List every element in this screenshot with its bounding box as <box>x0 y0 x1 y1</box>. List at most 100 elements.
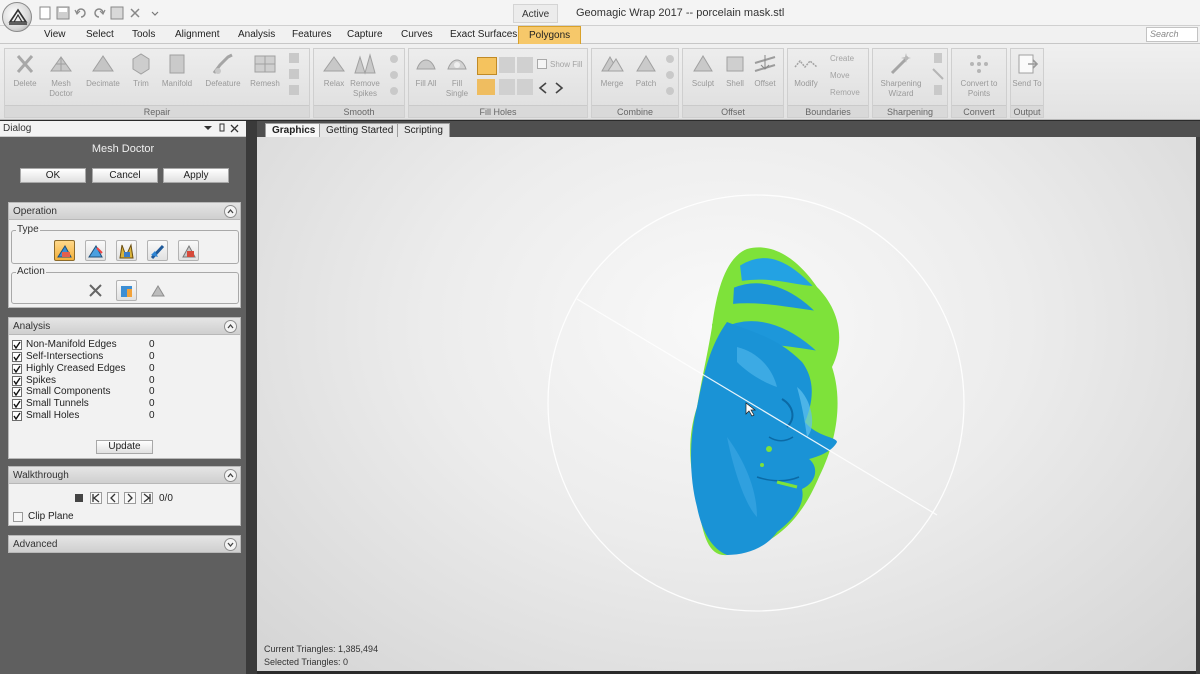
smooth-more-icon[interactable] <box>384 51 404 97</box>
tab-curves[interactable]: Curves <box>401 29 433 40</box>
tab-select[interactable]: Select <box>86 29 114 40</box>
merge-button[interactable]: Merge <box>594 51 630 89</box>
checkbox[interactable] <box>12 352 22 362</box>
fill-complete-icon[interactable] <box>477 79 495 95</box>
ok-button[interactable]: OK <box>20 168 86 183</box>
collapse-icon[interactable] <box>224 320 237 333</box>
fill-curvature-icon[interactable] <box>477 57 497 75</box>
last-icon[interactable] <box>141 492 153 504</box>
sharpening-more-icon[interactable] <box>929 51 947 97</box>
next-arrow-icon[interactable] <box>553 81 565 95</box>
relax-icon <box>323 56 345 72</box>
combine-more-icon[interactable] <box>662 51 678 97</box>
auto-repair-icon[interactable] <box>54 240 75 261</box>
fill-partial-icon[interactable] <box>499 79 515 95</box>
cancel-button[interactable]: Cancel <box>92 168 158 183</box>
convert-to-points-button[interactable]: Convert to Points <box>954 51 1004 99</box>
undo-icon[interactable] <box>74 6 88 20</box>
prev-arrow-icon[interactable] <box>537 81 549 95</box>
tab-view[interactable]: View <box>44 29 66 40</box>
defeature-button[interactable]: Defeature <box>205 51 241 89</box>
sculpt-button[interactable]: Sculpt <box>685 51 721 89</box>
tab-scripting[interactable]: Scripting <box>397 123 450 137</box>
fill-tangent-icon[interactable] <box>517 57 533 73</box>
checkbox[interactable] <box>12 387 22 397</box>
analysis-section-header[interactable]: Analysis <box>8 317 241 335</box>
checkbox[interactable] <box>12 399 22 409</box>
decimate-button[interactable]: Decimate <box>85 51 121 89</box>
remesh-button[interactable]: Remesh <box>247 51 283 89</box>
fill-holes-tool-icon[interactable] <box>116 240 137 261</box>
operation-section-header[interactable]: Operation <box>8 202 241 220</box>
fill-bridge-icon[interactable] <box>517 79 533 95</box>
remove-spikes-button[interactable]: Remove Spikes <box>348 51 382 99</box>
offset-icon <box>754 55 776 72</box>
clip-plane-checkbox[interactable] <box>13 512 23 522</box>
tab-getting-started[interactable]: Getting Started <box>319 123 401 137</box>
checkbox[interactable] <box>12 411 22 421</box>
panel-splitter[interactable] <box>246 121 257 674</box>
redo-icon[interactable] <box>92 6 106 20</box>
apply-button[interactable]: Apply <box>163 168 229 183</box>
first-icon[interactable] <box>90 492 102 504</box>
manifold-button[interactable]: Manifold <box>159 51 195 89</box>
ribbon-group-smooth: Relax Remove Spikes Smooth <box>313 48 405 118</box>
new-file-icon[interactable] <box>38 6 52 20</box>
relax-spikes-icon[interactable] <box>147 240 168 261</box>
repair-more-icon[interactable] <box>283 51 305 97</box>
action-repair-icon[interactable] <box>116 280 137 301</box>
remove-components-icon[interactable] <box>178 240 199 261</box>
remove-button[interactable]: Remove <box>830 88 860 97</box>
tab-features[interactable]: Features <box>292 29 331 40</box>
search-input[interactable]: Search <box>1146 27 1198 42</box>
next-icon[interactable] <box>124 492 136 504</box>
dialog-header-controls[interactable] <box>202 123 242 136</box>
offset-button[interactable]: Offset <box>747 51 783 89</box>
trim-button[interactable]: Trim <box>123 51 159 89</box>
shell-icon <box>726 56 744 72</box>
patch-button[interactable]: Patch <box>628 51 664 89</box>
checkbox[interactable] <box>12 364 22 374</box>
move-button[interactable]: Move <box>830 71 850 80</box>
current-triangles-status: Current Triangles: 1,385,494 <box>264 644 379 654</box>
tab-tools[interactable]: Tools <box>132 29 155 40</box>
show-fill-checkbox[interactable] <box>537 59 547 69</box>
action-delete-icon[interactable] <box>85 280 106 301</box>
collapse-icon[interactable] <box>224 205 237 218</box>
trim-icon <box>132 53 150 75</box>
expand-icon[interactable] <box>224 538 237 551</box>
graphics-viewport[interactable]: Current Triangles: 1,385,494 Selected Tr… <box>257 137 1196 671</box>
save-as-icon[interactable] <box>110 6 124 20</box>
advanced-section-header[interactable]: Advanced <box>8 535 241 553</box>
walkthrough-section-header[interactable]: Walkthrough <box>8 466 241 484</box>
mask-mesh[interactable] <box>690 247 840 556</box>
fill-all-button[interactable]: Fill All <box>411 51 441 89</box>
delete-selection-icon[interactable] <box>85 240 106 261</box>
send-to-button[interactable]: Send To <box>1011 51 1043 89</box>
tab-alignment[interactable]: Alignment <box>175 29 219 40</box>
fill-single-button[interactable]: Fill Single <box>441 51 473 99</box>
fill-flat-icon[interactable] <box>499 57 515 73</box>
app-logo[interactable] <box>2 2 32 32</box>
collapse-icon[interactable] <box>224 469 237 482</box>
close-file-icon[interactable] <box>128 6 142 20</box>
create-button[interactable]: Create <box>830 54 854 63</box>
tab-exact-surfaces[interactable]: Exact Surfaces <box>450 29 517 40</box>
tab-polygons[interactable]: Polygons <box>518 26 582 44</box>
tab-capture[interactable]: Capture <box>347 29 383 40</box>
sharpening-wizard-button[interactable]: Sharpening Wizard <box>875 51 927 99</box>
tab-graphics[interactable]: Graphics <box>265 123 323 137</box>
tab-analysis[interactable]: Analysis <box>238 29 275 40</box>
action-smooth-icon[interactable] <box>147 280 168 301</box>
mesh-doctor-button[interactable]: Mesh Doctor <box>43 51 79 99</box>
relax-button[interactable]: Relax <box>316 51 352 89</box>
checkbox[interactable] <box>12 340 22 350</box>
chevron-down-icon[interactable] <box>148 6 162 20</box>
stop-icon[interactable] <box>73 492 85 504</box>
update-button[interactable]: Update <box>96 440 153 454</box>
save-icon[interactable] <box>56 6 70 20</box>
previous-icon[interactable] <box>107 492 119 504</box>
modify-button[interactable]: Modify <box>788 51 824 89</box>
delete-button[interactable]: Delete <box>7 51 43 89</box>
checkbox[interactable] <box>12 376 22 386</box>
